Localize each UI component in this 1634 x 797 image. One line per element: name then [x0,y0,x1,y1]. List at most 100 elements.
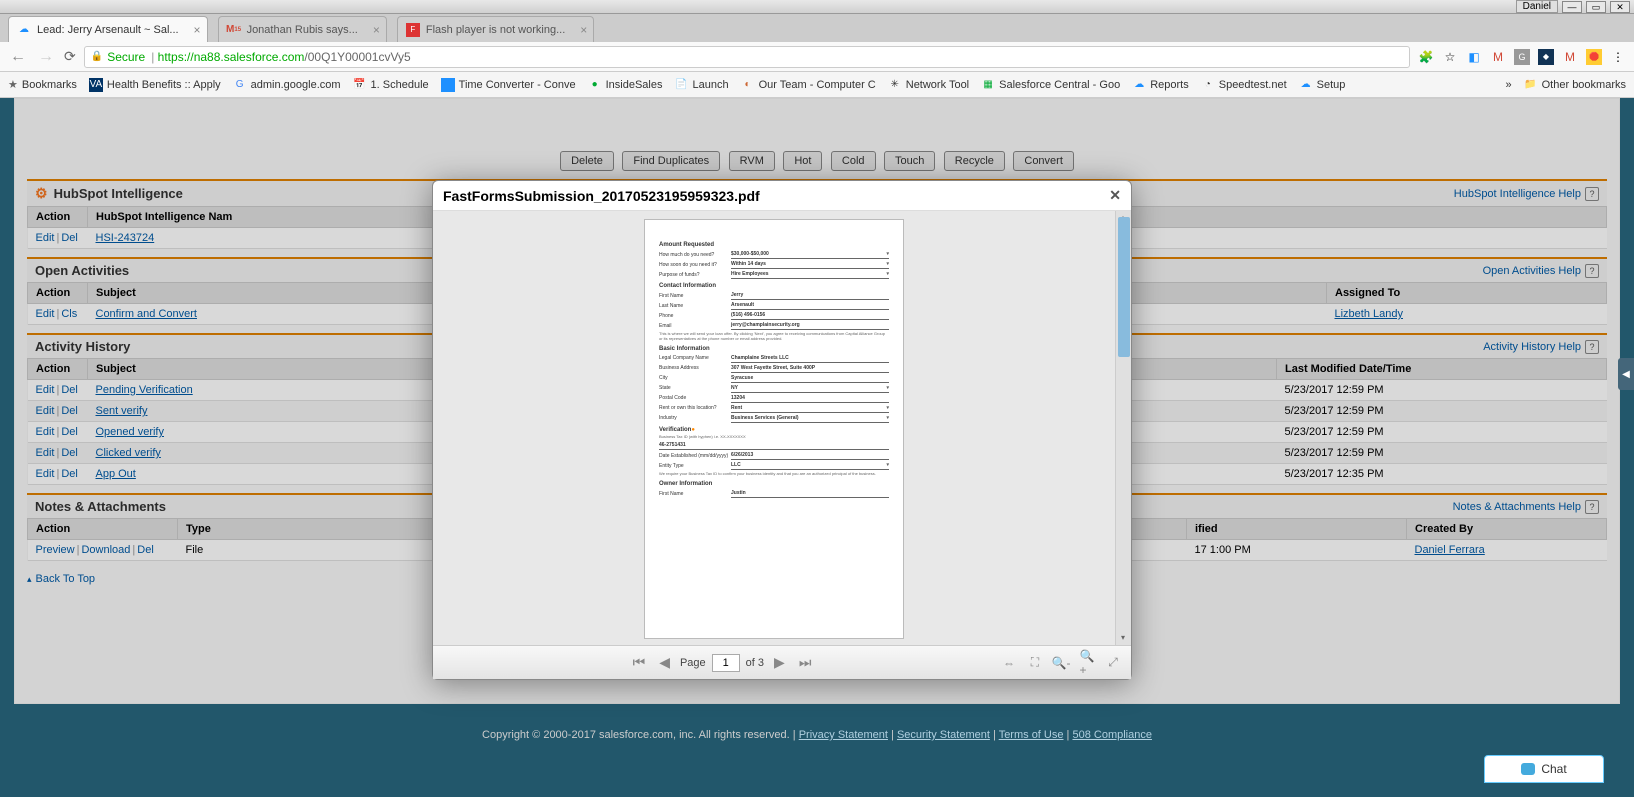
chat-icon [1521,763,1535,775]
zoom-in-icon[interactable]: 🔍+ [1079,655,1095,671]
del-link[interactable]: Del [137,544,154,556]
help-link[interactable]: Open Activities Help? [1483,264,1599,278]
edit-link[interactable]: Edit [36,405,55,417]
bookmark-icon: ● [588,78,602,92]
modal-close-button[interactable]: ✕ [1109,187,1121,204]
rvm-button[interactable]: RVM [729,151,775,171]
bookmark-item[interactable]: ☁Setup [1299,78,1346,92]
help-link[interactable]: HubSpot Intelligence Help? [1454,187,1599,201]
subject-link[interactable]: Pending Verification [96,384,193,396]
bookmark-item[interactable]: Gadmin.google.com [233,78,341,92]
close-icon[interactable]: × [373,23,380,37]
fit-page-icon[interactable]: ⛶ [1027,655,1043,671]
ext-icon[interactable]: 🛑 [1586,49,1602,65]
pdf-viewport[interactable]: Amount Requested How much do you need?$3… [433,211,1115,645]
bookmark-item[interactable]: ◐Our Team - Computer C [741,78,876,92]
next-page-button[interactable]: ▶ [770,654,789,671]
user-badge: Daniel [1516,0,1558,13]
subject-link[interactable]: Opened verify [96,426,164,438]
hot-button[interactable]: Hot [783,151,822,171]
bookmark-item[interactable]: ●InsideSales [588,78,663,92]
prev-page-button[interactable]: ◀ [655,654,674,671]
ext-icon[interactable]: M [1562,49,1578,65]
other-bookmarks[interactable]: 📁Other bookmarks [1524,78,1626,92]
reload-button[interactable]: ⟳ [64,48,76,65]
footer-link[interactable]: Security Statement [897,729,990,741]
edit-link[interactable]: Edit [36,308,55,320]
del-link[interactable]: Del [61,447,78,459]
last-page-button[interactable]: ⏭ [795,654,816,671]
recycle-button[interactable]: Recycle [944,151,1005,171]
footer-link[interactable]: 508 Compliance [1072,729,1152,741]
del-link[interactable]: Del [61,405,78,417]
page-input[interactable] [712,654,740,672]
close-icon[interactable]: × [580,23,587,37]
help-link[interactable]: Activity History Help? [1483,340,1599,354]
tab-gmail[interactable]: M15 Jonathan Rubis says... × [218,16,387,42]
convert-button[interactable]: Convert [1013,151,1074,171]
bookmark-item[interactable]: 📄Launch [674,78,728,92]
del-link[interactable]: Del [61,232,78,244]
fullscreen-icon[interactable]: ⤢ [1105,655,1121,671]
bookmark-item[interactable]: VAHealth Benefits :: Apply [89,78,221,92]
record-link[interactable]: HSI-243724 [96,232,155,244]
first-page-button[interactable]: ⏮ [629,654,650,671]
download-link[interactable]: Download [81,544,130,556]
help-link[interactable]: Notes & Attachments Help? [1453,500,1599,514]
pdf-scrollbar[interactable]: ▴ ▾ [1115,211,1131,645]
star-icon[interactable]: ☆ [1442,49,1458,65]
edit-link[interactable]: Edit [36,232,55,244]
find-duplicates-button[interactable]: Find Duplicates [622,151,720,171]
edit-link[interactable]: Edit [36,426,55,438]
edit-link[interactable]: Edit [36,447,55,459]
minimize-button[interactable]: — [1562,1,1582,13]
preview-link[interactable]: Preview [36,544,75,556]
ext-icon[interactable]: ◧ [1466,49,1482,65]
bookmark-item[interactable]: ✳Network Tool [888,78,969,92]
ext-icon[interactable]: ◆ [1538,49,1554,65]
zoom-out-icon[interactable]: 🔍- [1053,655,1069,671]
fit-width-icon[interactable]: ⇔ [1001,655,1017,671]
ext-icon[interactable]: 🧩 [1418,49,1434,65]
cold-button[interactable]: Cold [831,151,876,171]
createdby-link[interactable]: Daniel Ferrara [1415,544,1485,556]
close-window-button[interactable]: ✕ [1610,1,1630,13]
footer-link[interactable]: Terms of Use [999,729,1064,741]
bookmark-item[interactable]: ▦Salesforce Central - Goo [981,78,1120,92]
del-link[interactable]: Del [61,426,78,438]
del-link[interactable]: Del [61,384,78,396]
bookmarks-folder[interactable]: ★Bookmarks [8,78,77,91]
bookmark-item[interactable]: ◔Speedtest.net [1201,78,1287,92]
footer-link[interactable]: Privacy Statement [799,729,888,741]
scroll-thumb[interactable] [1118,217,1130,357]
maximize-button[interactable]: ▭ [1586,1,1606,13]
scroll-down-icon[interactable]: ▾ [1116,631,1130,645]
edit-link[interactable]: Edit [36,468,55,480]
google-ext-icon[interactable]: G [1514,49,1530,65]
url-input[interactable]: 🔒 Secure | https://na88.salesforce.com /… [84,46,1410,68]
cls-link[interactable]: Cls [61,308,77,320]
chat-button[interactable]: Chat [1484,755,1604,783]
subject-link[interactable]: Clicked verify [96,447,161,459]
subject-link[interactable]: Confirm and Convert [96,308,198,320]
assigned-link[interactable]: Lizbeth Landy [1335,308,1404,320]
touch-button[interactable]: Touch [884,151,935,171]
delete-button[interactable]: Delete [560,151,614,171]
menu-icon[interactable]: ⋮ [1610,49,1626,65]
bookmark-item[interactable]: ☁Reports [1132,78,1189,92]
back-button[interactable]: ← [8,48,28,66]
subject-link[interactable]: Sent verify [96,405,148,417]
side-expand-tab[interactable]: ◀ [1618,358,1634,390]
bookmarks-overflow[interactable]: » [1506,79,1512,91]
tab-flash[interactable]: F Flash player is not working... × [397,16,594,42]
forward-button[interactable]: → [36,48,56,66]
close-icon[interactable]: × [194,23,201,37]
bookmark-item[interactable]: Time Converter - Conve [441,78,576,92]
bookmark-item[interactable]: 📅1. Schedule [353,78,429,92]
edit-link[interactable]: Edit [36,384,55,396]
bookmark-icon: ✳ [888,78,902,92]
del-link[interactable]: Del [61,468,78,480]
subject-link[interactable]: App Out [96,468,136,480]
gmail-ext-icon[interactable]: M [1490,49,1506,65]
tab-salesforce-lead[interactable]: ☁ Lead: Jerry Arsenault ~ Sal... × [8,16,208,42]
